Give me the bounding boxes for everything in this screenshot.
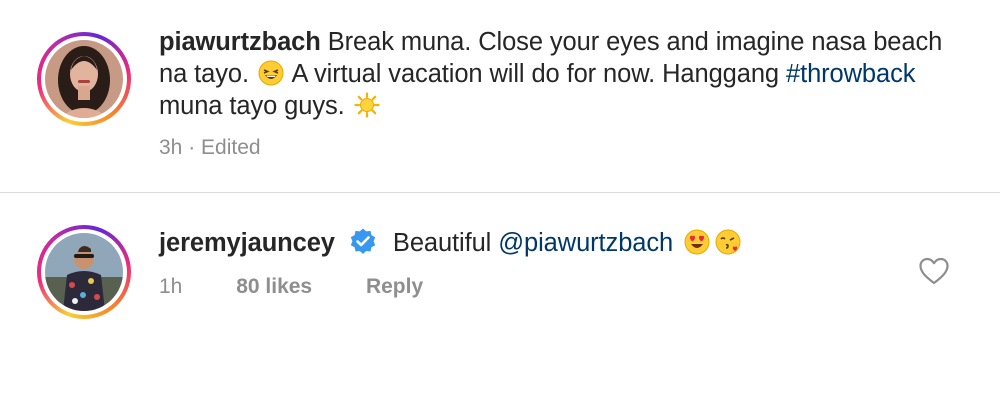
heart-outline-icon[interactable]	[918, 256, 950, 286]
comment-text: Beautiful	[392, 229, 492, 257]
hashtag-link[interactable]: #throwback	[786, 60, 916, 88]
sun-emoji	[354, 92, 380, 118]
post-timestamp: 3h	[159, 136, 183, 159]
verified-badge-icon	[348, 227, 378, 257]
divider	[0, 192, 1000, 193]
likes-count[interactable]: 80 likes	[236, 275, 312, 298]
post-meta: 3h · Edited	[159, 136, 261, 160]
edited-label: · Edited	[188, 136, 261, 159]
post-author-avatar[interactable]	[37, 32, 131, 126]
caption-text-3: muna tayo guys.	[159, 92, 345, 120]
comment-timestamp: 1h	[159, 275, 183, 298]
comment-username[interactable]: jeremyjauncey	[159, 229, 335, 257]
post-username[interactable]: piawurtzbach	[159, 28, 321, 56]
comment-body: jeremyjauncey Beautiful @piawurtzbach	[159, 227, 959, 259]
avatar-photo	[45, 40, 123, 118]
commenter-avatar[interactable]	[37, 225, 131, 319]
caption-text-2: A virtual vacation will do for now. Hang…	[291, 60, 780, 88]
avatar-photo	[45, 233, 123, 311]
comment-meta: 1h 80 likes Reply	[159, 275, 471, 299]
mention-link[interactable]: @piawurtzbach	[498, 229, 673, 257]
reply-button[interactable]: Reply	[366, 275, 423, 298]
face-blowing-kiss-emoji	[715, 229, 741, 255]
grinning-squinting-face-emoji	[258, 60, 284, 86]
post-caption: piawurtzbach Break muna. Close your eyes…	[159, 26, 959, 122]
heart-eyes-emoji	[684, 229, 710, 255]
